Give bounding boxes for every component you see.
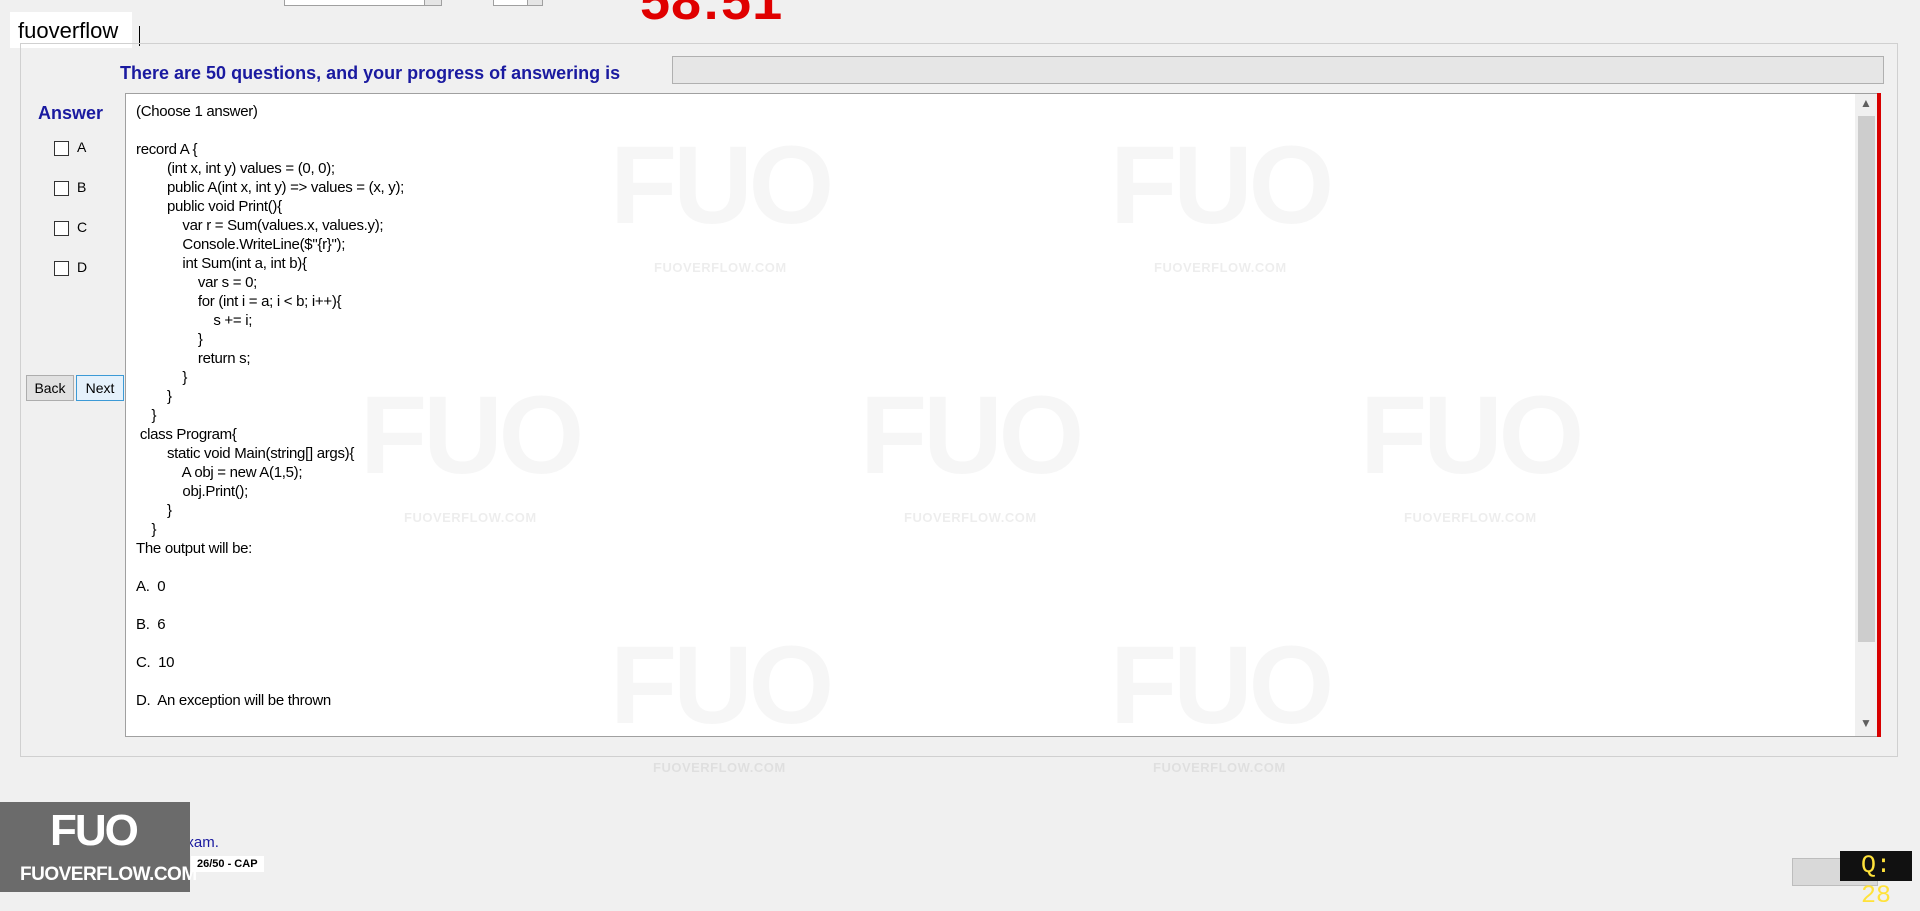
option-label: C (77, 219, 88, 235)
progress-label: There are 50 questions, and your progres… (120, 63, 621, 83)
watermark-logo: FUO (610, 122, 830, 249)
question-indicator: Q: 28 (1840, 851, 1912, 910)
watermark-text: FUOVERFLOW.COM (654, 260, 787, 275)
progress-bar (672, 56, 1884, 84)
answer-option-d[interactable]: D (54, 257, 114, 277)
answer-option-b[interactable]: B (54, 177, 114, 197)
logo-watermark: FUO FUOVERFLOW.COM (0, 802, 197, 892)
watermark-logo: FUO (860, 372, 1080, 499)
checkbox-b[interactable] (54, 180, 69, 196)
answer-option-a[interactable]: A (54, 137, 114, 157)
logo-mark: FUO (50, 806, 139, 855)
watermark-logo: FUO (1110, 122, 1330, 249)
option-label: D (77, 259, 88, 275)
red-border-accent (1877, 93, 1881, 737)
answer-label: Answer (38, 103, 104, 123)
option-label: A (77, 139, 87, 155)
question-text: (Choose 1 answer) record A { (int x, int… (136, 103, 405, 709)
combo-dropdown-button[interactable] (424, 0, 441, 5)
checkbox-a[interactable] (54, 140, 69, 156)
scroll-down-icon[interactable]: ▼ (1855, 716, 1877, 734)
scrollbar-thumb[interactable] (1858, 116, 1875, 642)
watermark-text: FUOVERFLOW.COM (904, 510, 1037, 525)
question-count-badge: 26/50 - CAP (191, 856, 264, 872)
answer-option-c[interactable]: C (54, 217, 114, 237)
watermark-logo: FUO (1110, 622, 1330, 736)
exam-timer: 58:51 (640, 0, 784, 31)
watermark-text: FUOVERFLOW.COM (1154, 260, 1287, 275)
watermark-logo: FUO (1360, 372, 1580, 499)
watermark-text: FUOVERFLOW.COM (404, 510, 537, 525)
next-button[interactable]: Next (76, 375, 124, 401)
top-font-size-box[interactable] (493, 0, 543, 6)
back-button[interactable]: Back (26, 375, 74, 401)
option-label: B (77, 179, 87, 195)
watermark-logo: FUO (610, 622, 830, 736)
watermark-text: FUOVERFLOW.COM (653, 760, 786, 775)
vertical-scrollbar[interactable]: ▲ ▼ (1855, 94, 1877, 736)
question-pane[interactable]: FUO FUOVERFLOW.COM FUO FUOVERFLOW.COM FU… (125, 93, 1881, 737)
checkbox-d[interactable] (54, 260, 69, 276)
font-size-dropdown-button[interactable] (527, 0, 542, 5)
top-combo-box[interactable] (284, 0, 442, 6)
watermark-text: FUOVERFLOW.COM (1404, 510, 1537, 525)
watermark-text: FUOVERFLOW.COM (1153, 760, 1286, 775)
logo-text: FUOVERFLOW.COM (20, 864, 197, 885)
scroll-up-icon[interactable]: ▲ (1855, 96, 1877, 114)
checkbox-c[interactable] (54, 220, 69, 236)
